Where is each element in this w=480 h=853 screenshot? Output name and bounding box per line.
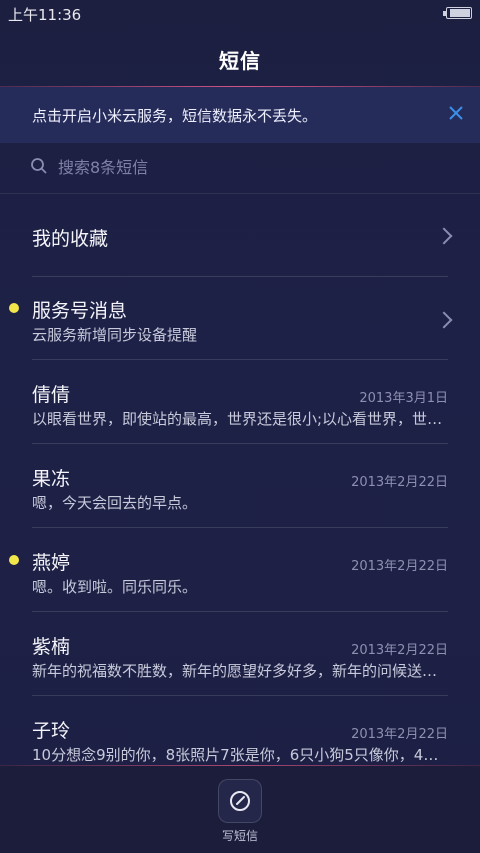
conversation-name: 紫楠 — [32, 636, 71, 658]
conversation-date: 2013年2月22日 — [351, 727, 448, 742]
page-title: 短信 — [219, 49, 261, 73]
search-icon — [31, 158, 47, 174]
battery-icon — [443, 7, 472, 19]
conversation-preview: 以眼看世界，即使站的最高，世界还是很小;以心看世界，世界再大也会很近 — [32, 410, 446, 428]
conversation-row[interactable]: 紫楠 2013年2月22日 新年的祝福数不胜数，新年的愿望好多好多，新年的问候送… — [0, 613, 480, 696]
chevron-right-icon — [435, 227, 453, 245]
conversation-name: 服务号消息 — [32, 300, 128, 322]
service-messages-row[interactable]: 服务号消息 云服务新增同步设备提醒 — [0, 277, 480, 360]
row-divider — [32, 443, 448, 444]
title-bar: 短信 — [0, 26, 480, 86]
conversation-preview: 10分想念9别的你，8张照片7张是你，6只小狗5只像你，4季都想你 — [32, 746, 446, 764]
conversation-name: 果冻 — [32, 468, 71, 490]
bottom-action-bar: 写短信 — [0, 765, 480, 853]
status-bar: 上午11:36 — [0, 0, 480, 26]
conversation-name: 燕婷 — [32, 552, 71, 574]
conversation-date: 2013年3月1日 — [359, 391, 448, 406]
unread-dot — [9, 555, 19, 565]
conversation-row[interactable]: 果冻 2013年2月22日 嗯，今天会回去的早点。 — [0, 445, 480, 528]
search-bar[interactable] — [30, 154, 450, 180]
search-input[interactable] — [58, 154, 438, 180]
row-divider — [32, 359, 448, 360]
compose-label[interactable]: 写短信 — [0, 827, 480, 844]
compose-icon — [230, 791, 250, 811]
conversation-date: 2013年2月22日 — [351, 559, 448, 574]
conversation-preview: 新年的祝福数不胜数，新年的愿望好多好多，新年的问候送给你 — [32, 662, 446, 680]
row-divider — [32, 695, 448, 696]
favorites-row[interactable]: 我的收藏 — [0, 194, 480, 277]
conversation-date: 2013年2月22日 — [351, 643, 448, 658]
conversation-preview: 云服务新增同步设备提醒 — [32, 326, 198, 344]
close-icon[interactable] — [446, 103, 466, 123]
conversation-preview: 嗯，今天会回去的早点。 — [32, 494, 198, 512]
conversation-name: 子玲 — [32, 720, 71, 742]
favorites-label: 我的收藏 — [32, 228, 109, 250]
battery-fill — [450, 9, 470, 17]
conversation-row[interactable]: 倩倩 2013年3月1日 以眼看世界，即使站的最高，世界还是很小;以心看世界，世… — [0, 361, 480, 444]
row-divider — [32, 527, 448, 528]
compose-button[interactable] — [218, 779, 262, 823]
conversation-row[interactable]: 燕婷 2013年2月22日 嗯。收到啦。同乐同乐。 — [0, 529, 480, 612]
unread-dot — [9, 303, 19, 313]
cloud-service-banner[interactable]: 点击开启小米云服务，短信数据永不丢失。 — [0, 87, 480, 143]
row-divider — [32, 611, 448, 612]
bottom-divider — [0, 765, 480, 766]
status-time: 上午11:36 — [8, 6, 82, 24]
banner-text: 点击开启小米云服务，短信数据永不丢失。 — [32, 107, 318, 125]
conversation-date: 2013年2月22日 — [351, 475, 448, 490]
conversation-preview: 嗯。收到啦。同乐同乐。 — [32, 578, 198, 596]
conversation-name: 倩倩 — [32, 384, 71, 406]
